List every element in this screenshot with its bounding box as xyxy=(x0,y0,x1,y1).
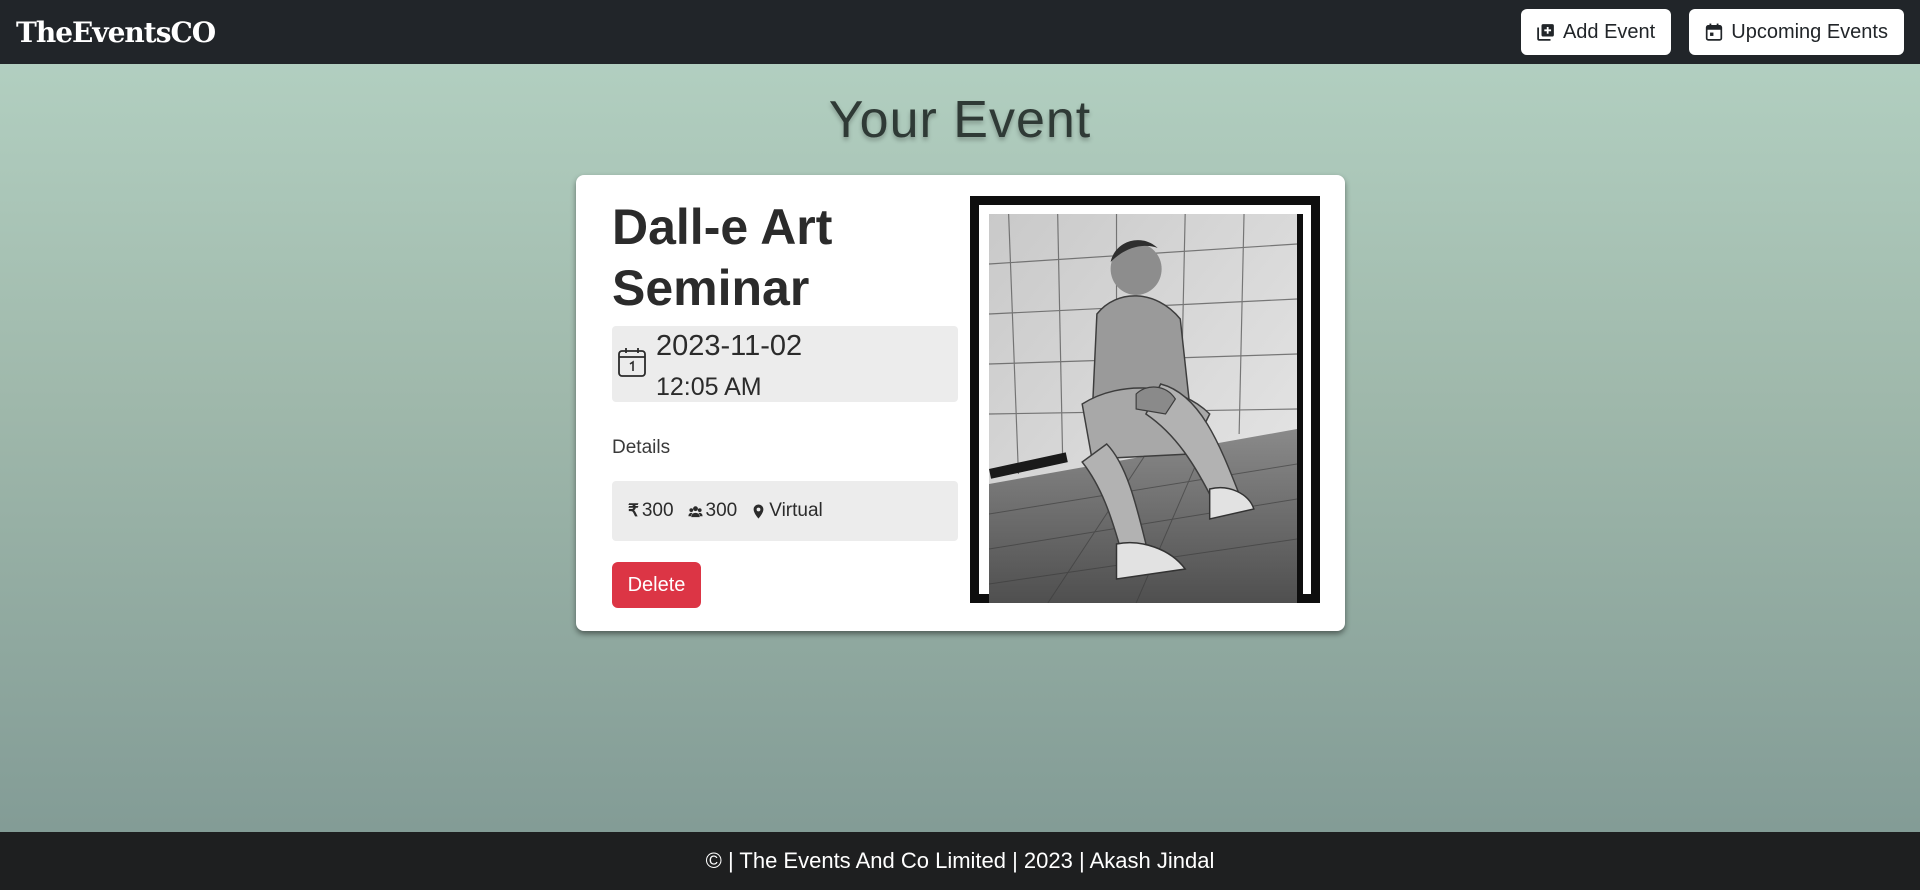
delete-button[interactable]: Delete xyxy=(612,562,701,608)
add-event-label: Add Event xyxy=(1562,20,1656,43)
rupee-icon: ₹ xyxy=(628,501,639,520)
event-meta: ₹ 300 300 Virtual xyxy=(612,481,958,541)
page-title: Your Event xyxy=(828,91,1092,149)
add-event-button[interactable]: Add Event xyxy=(1520,9,1672,55)
event-location-value: Virtual xyxy=(769,500,823,521)
event-capacity-value: 300 xyxy=(705,500,738,521)
event-price: ₹ 300 xyxy=(628,500,674,522)
event-image-frame xyxy=(970,196,1320,603)
event-price-value: 300 xyxy=(641,500,674,521)
event-time: 12:05 AM xyxy=(656,373,762,401)
add-square-icon xyxy=(1537,24,1554,41)
event-image xyxy=(989,214,1303,603)
footer: © | The Events And Co Limited | 2023 | A… xyxy=(0,832,1920,890)
event-location: Virtual xyxy=(751,500,823,522)
people-icon xyxy=(688,505,703,517)
calendar-icon xyxy=(1706,23,1723,41)
event-capacity: 300 xyxy=(688,500,738,522)
event-datetime-box: 2023-11-02 12:05 AM xyxy=(612,326,958,402)
footer-text: © | The Events And Co Limited | 2023 | A… xyxy=(705,848,1215,873)
calendar-icon xyxy=(618,348,646,377)
sketch-illustration xyxy=(989,214,1297,603)
upcoming-events-button[interactable]: Upcoming Events xyxy=(1689,9,1904,55)
upcoming-events-label: Upcoming Events xyxy=(1731,20,1888,43)
event-card: Dall-e Art Seminar 2023-11-02 12:05 AM D… xyxy=(576,175,1345,631)
nav-buttons: Add Event Upcoming Events xyxy=(1520,9,1904,55)
brand-logo[interactable]: TheEventsCO xyxy=(16,16,216,49)
map-pin-icon xyxy=(753,503,764,519)
details-label: Details xyxy=(612,437,671,458)
navbar: TheEventsCO Add Event Upcoming Events xyxy=(0,0,1920,64)
event-title: Dall-e Art Seminar xyxy=(612,199,833,316)
event-date: 2023-11-02 xyxy=(656,330,803,362)
